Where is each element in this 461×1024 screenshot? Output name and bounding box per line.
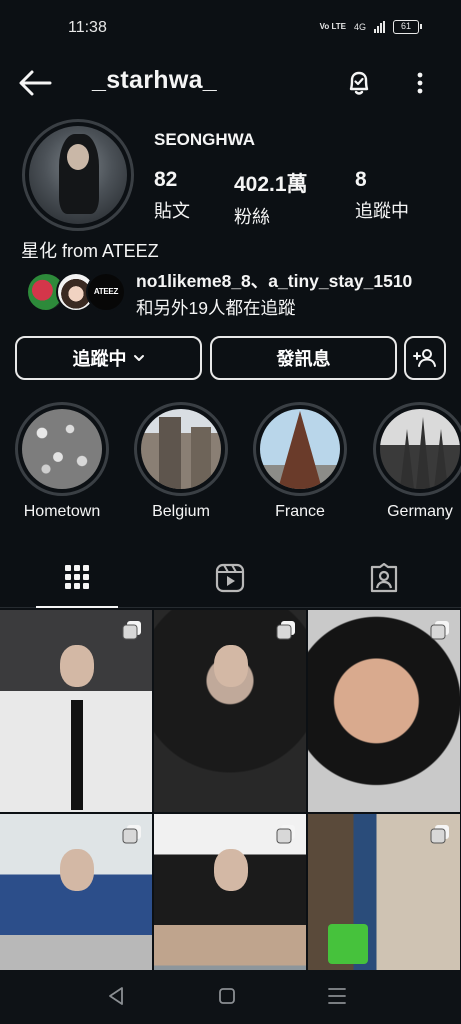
highlight-germany[interactable]: Germany [370,402,461,521]
highlight-label: Hometown [23,503,101,520]
highlight-image [260,409,340,489]
mutual-avatars: ATEEZ [26,272,126,312]
nav-recents-button[interactable] [322,984,352,1008]
menu-lines-icon [328,988,346,1004]
highlight-label: Germany [387,503,453,520]
nav-home-button[interactable] [212,984,242,1008]
volte-indicator: Vo LTE [319,22,346,31]
highlight-label: Belgium [152,503,210,520]
posts-count: 82 [154,168,178,191]
mutual-others-text: 和另外19人都在追蹤 [136,298,296,318]
bio-text: 星化 from ATEEZ [21,241,159,261]
nav-back-button[interactable] [102,984,132,1008]
highlight-hometown[interactable]: Hometown [12,402,112,521]
arrow-left-icon [19,70,52,96]
story-highlights: Hometown Belgium France Germany [0,402,461,532]
add-user-button[interactable] [404,336,446,380]
highlight-belgium[interactable]: Belgium [131,402,231,521]
posts-label: 貼文 [154,201,190,221]
avatar-image [29,126,127,224]
followers-count: 402.1萬 [234,173,308,196]
more-options-button[interactable] [410,67,430,99]
highlight-image [22,409,102,489]
followers-label: 粉絲 [234,207,270,227]
profile-header: _starhwa_ [0,58,461,108]
post-thumbnail[interactable] [308,610,460,812]
tab-posts-grid[interactable] [36,548,118,608]
stat-following[interactable]: 8 追蹤中 [355,168,409,223]
mutual-names: no1likeme8_8、a_tiny_stay_1510 [136,271,413,291]
system-nav-bar [0,970,461,1024]
tab-reels[interactable] [189,548,271,608]
bell-check-icon [349,71,369,95]
carousel-icon [430,825,449,844]
highlight-image [380,409,460,489]
carousel-icon [276,825,295,844]
message-button[interactable]: 發訊息 [210,336,397,380]
following-button-label: 追蹤中 [72,349,127,369]
mutual-followers[interactable]: ATEEZ no1likeme8_8、a_tiny_stay_1510 和另外1… [26,268,456,322]
highlight-france[interactable]: France [250,402,350,521]
following-count: 8 [355,168,367,191]
profile-avatar[interactable] [22,119,134,231]
carousel-icon [430,621,449,640]
status-bar: 11:38 Vo LTE 4G 61 [0,0,461,58]
profile-tabs [0,548,461,608]
post-thumbnail[interactable] [154,610,306,812]
triangle-back-icon [109,987,123,1005]
signal-icon [374,21,385,33]
reels-icon [215,563,245,593]
stat-posts[interactable]: 82 貼文 [154,168,190,223]
square-home-icon [219,988,235,1004]
carousel-icon [276,621,295,640]
tagged-person-icon [370,563,398,593]
message-button-label: 發訊息 [276,349,331,369]
back-button[interactable] [18,68,54,98]
carousel-icon [122,621,141,640]
following-label: 追蹤中 [355,201,409,221]
more-vertical-icon [417,72,423,94]
network-label: 4G [353,22,366,32]
following-button[interactable]: 追蹤中 [15,336,202,380]
chevron-down-icon [133,355,144,361]
display-name: SEONGHWA [154,130,256,149]
mutual-avatar-ateez: ATEEZ [86,272,126,312]
highlight-image [141,409,221,489]
post-thumbnail[interactable] [0,610,152,812]
stat-followers[interactable]: 402.1萬 粉絲 [234,168,308,229]
carousel-icon [122,825,141,844]
posts-grid [0,610,461,1016]
username: _starhwa_ [92,66,217,94]
status-time: 11:38 [68,19,107,36]
battery-icon: 61 [393,20,422,34]
notifications-button[interactable] [343,67,375,99]
tab-tagged[interactable] [343,548,425,608]
grid-icon [65,565,89,589]
status-icons: Vo LTE 4G 61 [319,20,422,34]
highlight-label: France [275,503,325,520]
add-user-icon [413,349,436,367]
